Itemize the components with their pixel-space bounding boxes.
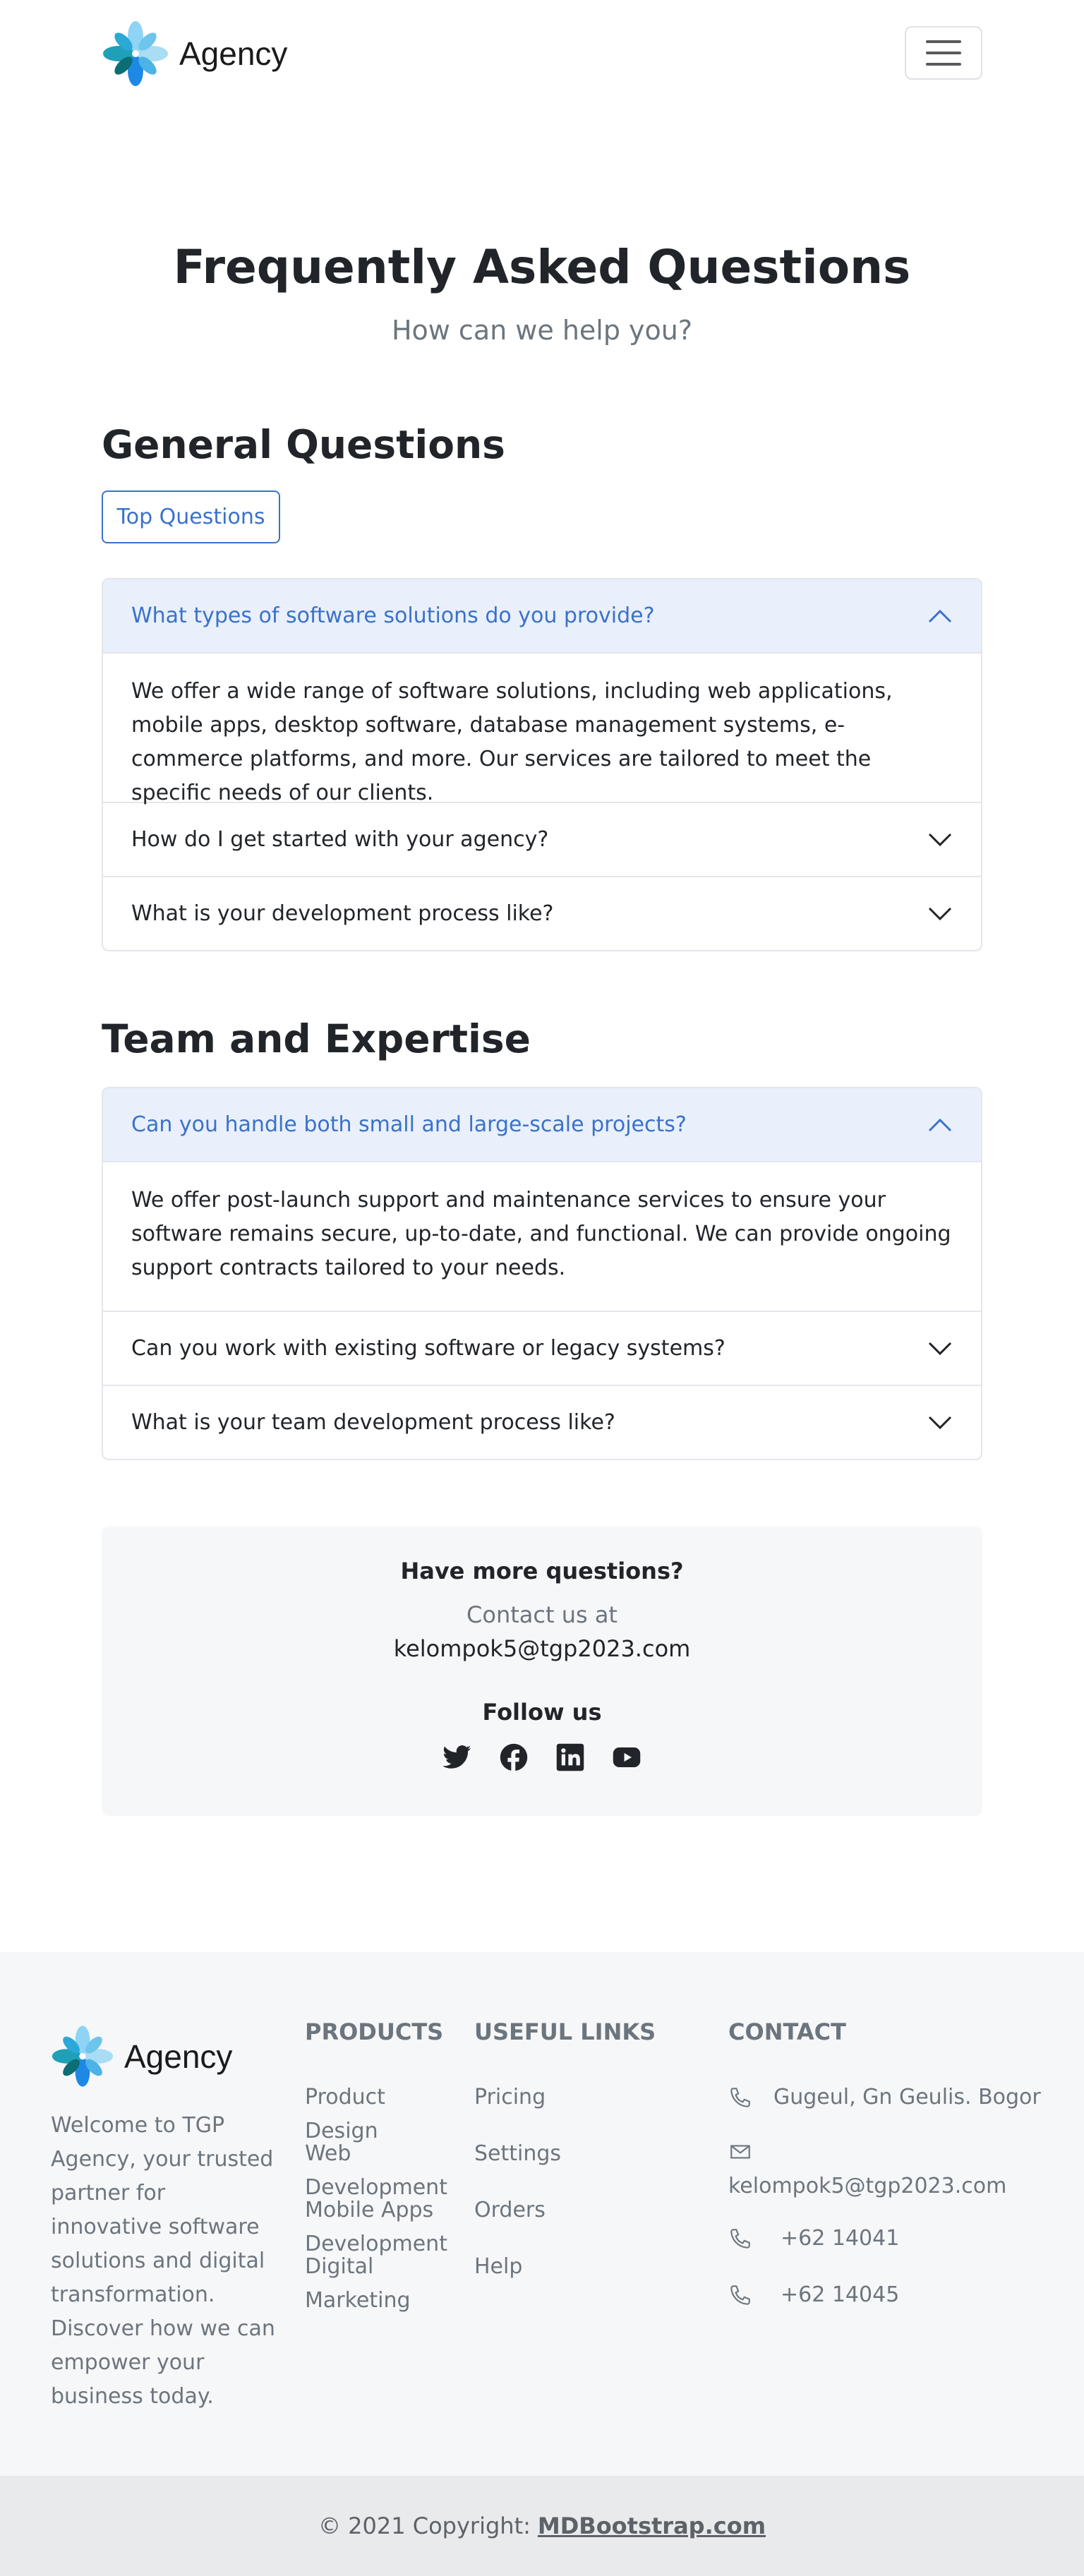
contact-us-text: Contact us at [466,1601,618,1628]
hamburger-icon [926,40,961,43]
chevron-down-icon [928,907,952,920]
footer-description: Welcome to TGP Agency, your trusted part… [51,2113,275,2409]
chevron-down-icon [928,833,952,846]
accordion-question: What is your development process like? [131,901,554,926]
accordion-question: How do I get started with your agency? [131,827,549,852]
page-title: Frequently Asked Questions [173,240,911,294]
page-subtitle: How can we help you? [391,315,693,346]
accordion-item-software-solutions[interactable]: What types of software solutions do you … [103,579,981,654]
copyright-link[interactable]: MDBootstrap.com [538,2512,766,2539]
contact-email-icon-row [728,2140,773,2164]
footer-link-orders[interactable]: Orders [474,2193,546,2227]
twitter-icon[interactable] [442,1743,472,1772]
envelope-icon [730,2145,750,2159]
navbar: Agency [0,0,1084,106]
flower-logo-icon [103,21,168,86]
general-accordion: What types of software solutions do you … [102,578,982,951]
products-heading: PRODUCTS [305,2018,444,2045]
phone-icon [730,2228,750,2249]
accordion-answer: We offer post-launch support and mainten… [131,1188,951,1280]
copyright-text: © 2021 Copyright: [318,2512,531,2539]
more-questions-title: Have more questions? [400,1558,684,1584]
accordion-item-get-started[interactable]: How do I get started with your agency? [103,802,981,876]
chevron-up-icon [928,609,952,622]
contact-address: Gugeul, Gn Geulis. Bogor [728,2085,1041,2109]
menu-toggle-button[interactable] [905,26,982,80]
footer-link-digital-marketing[interactable]: Digital Marketing [305,2250,446,2318]
accordion-question: Can you work with existing software or l… [131,1336,725,1361]
phone-icon [730,2087,750,2107]
more-questions-box: Have more questions? Contact us at kelom… [102,1527,982,1816]
linkedin-icon[interactable] [555,1743,585,1772]
facebook-icon[interactable] [499,1743,529,1772]
follow-us-title: Follow us [482,1699,602,1726]
youtube-icon[interactable] [612,1743,642,1772]
team-accordion: Can you handle both small and large-scal… [102,1087,982,1460]
brand[interactable]: Agency [102,18,287,89]
footer-link-help[interactable]: Help [474,2250,522,2284]
chevron-down-icon [928,1416,952,1429]
social-links [102,1743,982,1772]
top-questions-button[interactable]: Top Questions [102,490,280,543]
copyright-bar: © 2021 Copyright: MDBootstrap.com [0,2476,1084,2576]
contact-phone-2: +62 14045 [728,2282,899,2307]
flower-logo-icon [52,2026,114,2087]
footer-brand[interactable]: Agency [51,2023,232,2090]
accordion-item-project-scale[interactable]: Can you handle both small and large-scal… [103,1088,981,1162]
accordion-question: What is your team development process li… [131,1410,615,1435]
phone-icon [730,2285,750,2305]
contact-phone-1: +62 14041 [728,2226,899,2251]
accordion-item-development-process[interactable]: What is your development process like? [103,876,981,950]
accordion-item-team-process[interactable]: What is your team development process li… [103,1385,981,1459]
general-questions-heading: General Questions [102,422,505,467]
brand-name: Agency [179,35,288,72]
chevron-up-icon [928,1118,952,1131]
footer-link-settings[interactable]: Settings [474,2137,561,2171]
footer-contact-email[interactable]: kelompok5@tgp2023.com [728,2169,1006,2203]
contact-email-link[interactable]: kelompok5@tgp2023.com [102,1635,982,1662]
useful-links-heading: USEFUL LINKS [474,2018,656,2045]
team-expertise-heading: Team and Expertise [102,1016,531,1061]
accordion-item-legacy-systems[interactable]: Can you work with existing software or l… [103,1311,981,1385]
accordion-answer: We offer a wide range of software soluti… [131,679,893,805]
footer-link-pricing[interactable]: Pricing [474,2081,546,2114]
footer: Agency Welcome to TGP Agency, your trust… [0,1952,1084,2476]
chevron-down-icon [928,1342,952,1355]
accordion-question: Can you handle both small and large-scal… [131,1112,687,1137]
contact-heading: CONTACT [728,2018,846,2045]
footer-brand-name: Agency [124,2038,233,2075]
accordion-question: What types of software solutions do you … [131,603,655,628]
